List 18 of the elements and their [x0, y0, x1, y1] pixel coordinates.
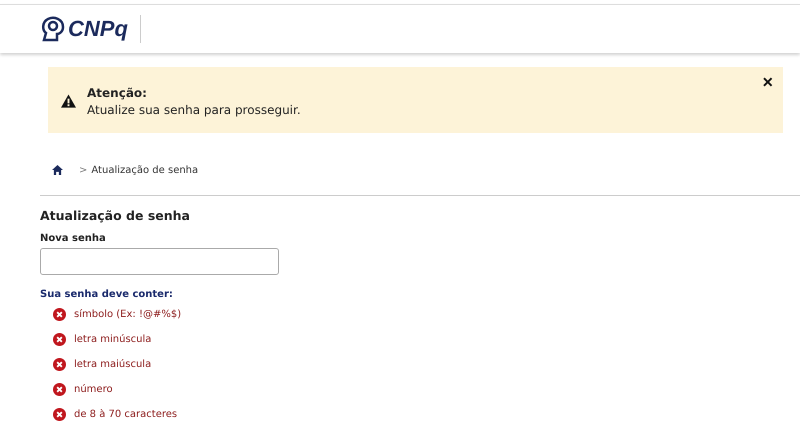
field-label: Nova senha — [40, 233, 107, 244]
requirement-text: símbolo (Ex: !@#%$) — [74, 309, 182, 320]
requirement-text: de 8 à 70 caracteres — [74, 409, 178, 420]
close-button[interactable]: × — [762, 73, 773, 91]
warning-icon — [61, 94, 76, 108]
requirement-text: número — [74, 384, 113, 395]
logo-text: CNPq — [68, 16, 128, 42]
requirements-title: Sua senha deve conter: — [40, 289, 174, 300]
head-profile-icon — [40, 16, 66, 42]
form-title: Atualização de senha — [40, 208, 191, 223]
home-icon[interactable] — [52, 165, 63, 175]
password-field[interactable] — [40, 248, 279, 275]
breadcrumb-current: Atualização de senha — [91, 164, 198, 176]
alert-title: Atenção: — [87, 86, 148, 100]
requirement-text: letra minúscula — [74, 334, 152, 345]
breadcrumb-separator: > — [79, 164, 88, 176]
requirement-text: letra maiúscula — [74, 359, 152, 370]
alert-message: Atualize sua senha para prosseguir. — [87, 103, 301, 117]
